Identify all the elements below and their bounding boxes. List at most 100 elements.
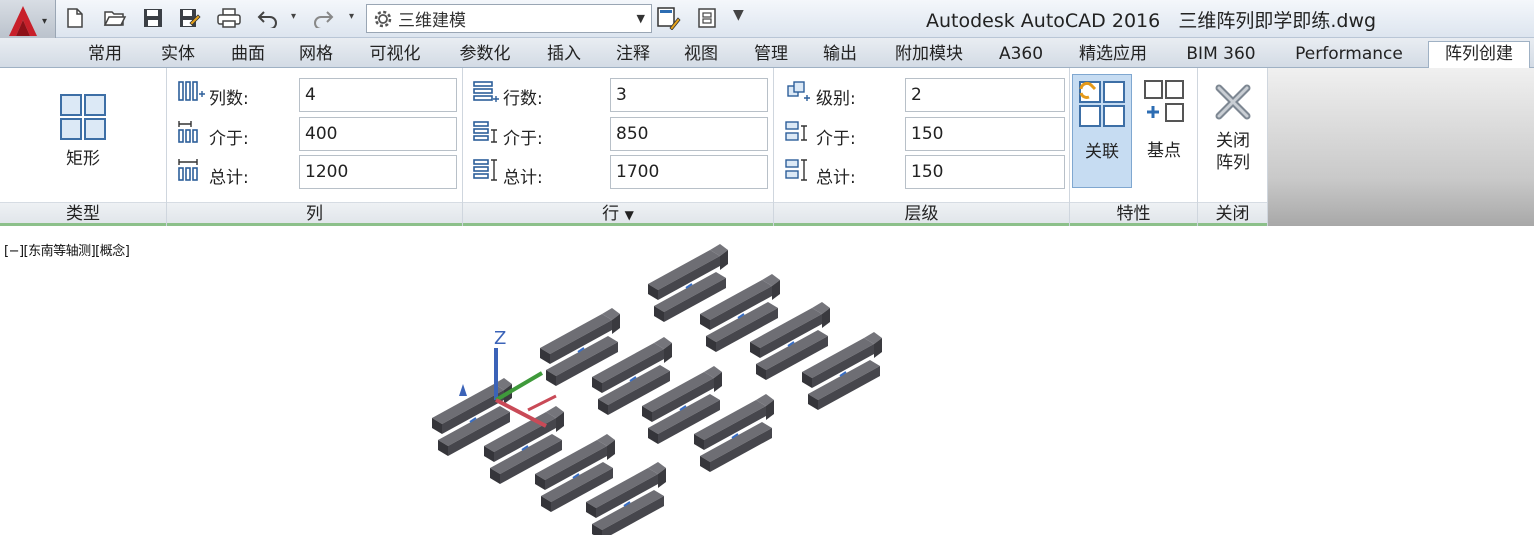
new-file-button[interactable]: [62, 5, 88, 31]
redo-dropdown-icon[interactable]: ▾: [349, 11, 354, 22]
workspace-selector[interactable]: 三维建模 ▼: [366, 4, 652, 33]
save-button[interactable]: [140, 5, 166, 31]
plot-button[interactable]: [216, 5, 242, 31]
rows-total-field[interactable]: 1700: [610, 155, 768, 189]
ucs-z-label: Z: [494, 328, 506, 349]
undo-icon: [257, 11, 277, 28]
tab-addins[interactable]: 附加模块: [884, 42, 974, 68]
close-array-label-2: 阵列: [1216, 153, 1250, 173]
open-folder-icon: [103, 11, 127, 26]
rectangular-array-icon: [60, 94, 106, 140]
tab-mesh[interactable]: 网格: [290, 42, 342, 68]
tab-insert[interactable]: 插入: [538, 42, 590, 68]
match-properties-button[interactable]: [656, 5, 682, 31]
save-icon: [144, 9, 162, 27]
levels-total-label: 总计:: [816, 168, 856, 188]
tab-view[interactable]: 视图: [675, 42, 727, 68]
associative-button[interactable]: 关联: [1072, 74, 1132, 188]
redo-button[interactable]: [310, 5, 336, 31]
new-document-icon: [67, 8, 83, 28]
levels-spacing-label: 介于:: [816, 129, 856, 149]
rows-count-field[interactable]: 3: [610, 78, 768, 112]
rows-count-label: 行数:: [503, 89, 543, 109]
levels-total-field[interactable]: 150: [905, 155, 1065, 189]
open-file-button[interactable]: [102, 5, 128, 31]
levels-count-field[interactable]: 2: [905, 78, 1065, 112]
panel-rows-title-text: 行: [602, 204, 620, 224]
panel-levels: 级别: 2 介于: 150 总计: 150 层级: [774, 68, 1070, 226]
redo-icon: [314, 11, 334, 28]
panel-rows-title[interactable]: 行 ▼: [463, 202, 773, 226]
tab-output[interactable]: 输出: [814, 42, 866, 68]
levels-spacing-icon: [785, 121, 807, 141]
columns-spacing-label: 介于:: [209, 129, 249, 149]
associative-icon: [1079, 81, 1125, 127]
panel-levels-title: 层级: [774, 202, 1069, 226]
rows-spacing-icon: [473, 121, 497, 143]
columns-count-label: 列数:: [209, 89, 249, 109]
panel-type-title: 类型: [0, 202, 166, 226]
tab-annotate[interactable]: 注释: [607, 42, 659, 68]
rows-spacing-field[interactable]: 850: [610, 117, 768, 151]
drawing-viewport[interactable]: Z: [0, 228, 1534, 535]
rectangular-array-label: 矩形: [66, 149, 100, 169]
panel-type: 矩形 类型: [0, 68, 167, 226]
levels-count-icon: [787, 81, 810, 101]
file-name: 三维阵列即学即练.dwg: [1178, 10, 1377, 32]
tab-home[interactable]: 常用: [80, 42, 130, 68]
columns-count-field[interactable]: 4: [299, 78, 457, 112]
levels-total-icon: [785, 159, 807, 181]
tab-manage[interactable]: 管理: [745, 42, 797, 68]
tab-array-creation[interactable]: 阵列创建: [1428, 41, 1530, 69]
layer-properties-button[interactable]: [694, 5, 720, 31]
basepoint-button[interactable]: 基点: [1136, 74, 1192, 188]
columns-total-label: 总计:: [209, 168, 249, 188]
tab-visualize[interactable]: 可视化: [360, 42, 430, 68]
printer-icon: [217, 8, 241, 28]
undo-dropdown-icon[interactable]: ▾: [291, 11, 296, 22]
levels-spacing-field[interactable]: 150: [905, 117, 1065, 151]
panel-close-title: 关闭: [1198, 202, 1267, 226]
close-icon: [1215, 84, 1251, 120]
tab-bim360[interactable]: BIM 360: [1176, 42, 1266, 68]
match-properties-icon: [657, 7, 681, 30]
panel-expand-icon: ▼: [624, 208, 634, 222]
close-array-button[interactable]: 关闭 阵列: [1202, 82, 1264, 186]
app-name: Autodesk AutoCAD 2016: [926, 10, 1161, 32]
tab-a360[interactable]: A360: [990, 42, 1052, 68]
rows-spacing-label: 介于:: [503, 129, 543, 149]
panel-columns: 列数: 4 介于: 400 总计: 1200 列: [167, 68, 463, 226]
basepoint-label: 基点: [1147, 141, 1181, 161]
rectangular-array-button[interactable]: 矩形: [40, 88, 126, 178]
customize-quick-access-icon[interactable]: ▼: [733, 7, 744, 23]
columns-total-field[interactable]: 1200: [299, 155, 457, 189]
ribbon-empty-area: [1268, 68, 1534, 226]
chevron-down-icon: ▼: [636, 12, 645, 25]
title-bar: ▾ ▾ ▾ 三维建模 ▼ ▼ Autodesk AutoCAD 2016 三维阵…: [0, 0, 1534, 42]
rows-total-icon: [473, 159, 497, 181]
columns-total-icon: [178, 159, 198, 181]
layer-icon: [698, 8, 716, 28]
tab-parametric[interactable]: 参数化: [450, 42, 520, 68]
gear-icon: [374, 10, 392, 27]
rows-total-label: 总计:: [503, 168, 543, 188]
application-menu-button[interactable]: ▾: [0, 0, 56, 42]
columns-spacing-field[interactable]: 400: [299, 117, 457, 151]
associative-label: 关联: [1085, 142, 1119, 162]
tab-solid[interactable]: 实体: [152, 42, 204, 68]
tab-performance[interactable]: Performance: [1282, 42, 1416, 68]
levels-count-label: 级别:: [816, 89, 856, 109]
window-title: Autodesk AutoCAD 2016 三维阵列即学即练.dwg: [926, 6, 1376, 33]
undo-button[interactable]: [255, 5, 281, 31]
panel-close: 关闭 阵列 关闭: [1198, 68, 1268, 226]
panel-properties: 关联 基点 特性: [1070, 68, 1198, 226]
close-array-label-1: 关闭: [1216, 131, 1250, 151]
chevron-down-icon: ▾: [42, 16, 48, 27]
tab-featured-apps[interactable]: 精选应用: [1068, 42, 1158, 68]
save-as-button[interactable]: [177, 5, 203, 31]
basepoint-icon: [1144, 80, 1184, 122]
save-as-icon: [180, 9, 201, 27]
tab-surface[interactable]: 曲面: [222, 42, 274, 68]
ribbon-tabs: 常用 实体 曲面 网格 可视化 参数化 插入 注释 视图 管理 输出 附加模块 …: [0, 38, 1534, 69]
columns-spacing-icon: [178, 121, 198, 143]
